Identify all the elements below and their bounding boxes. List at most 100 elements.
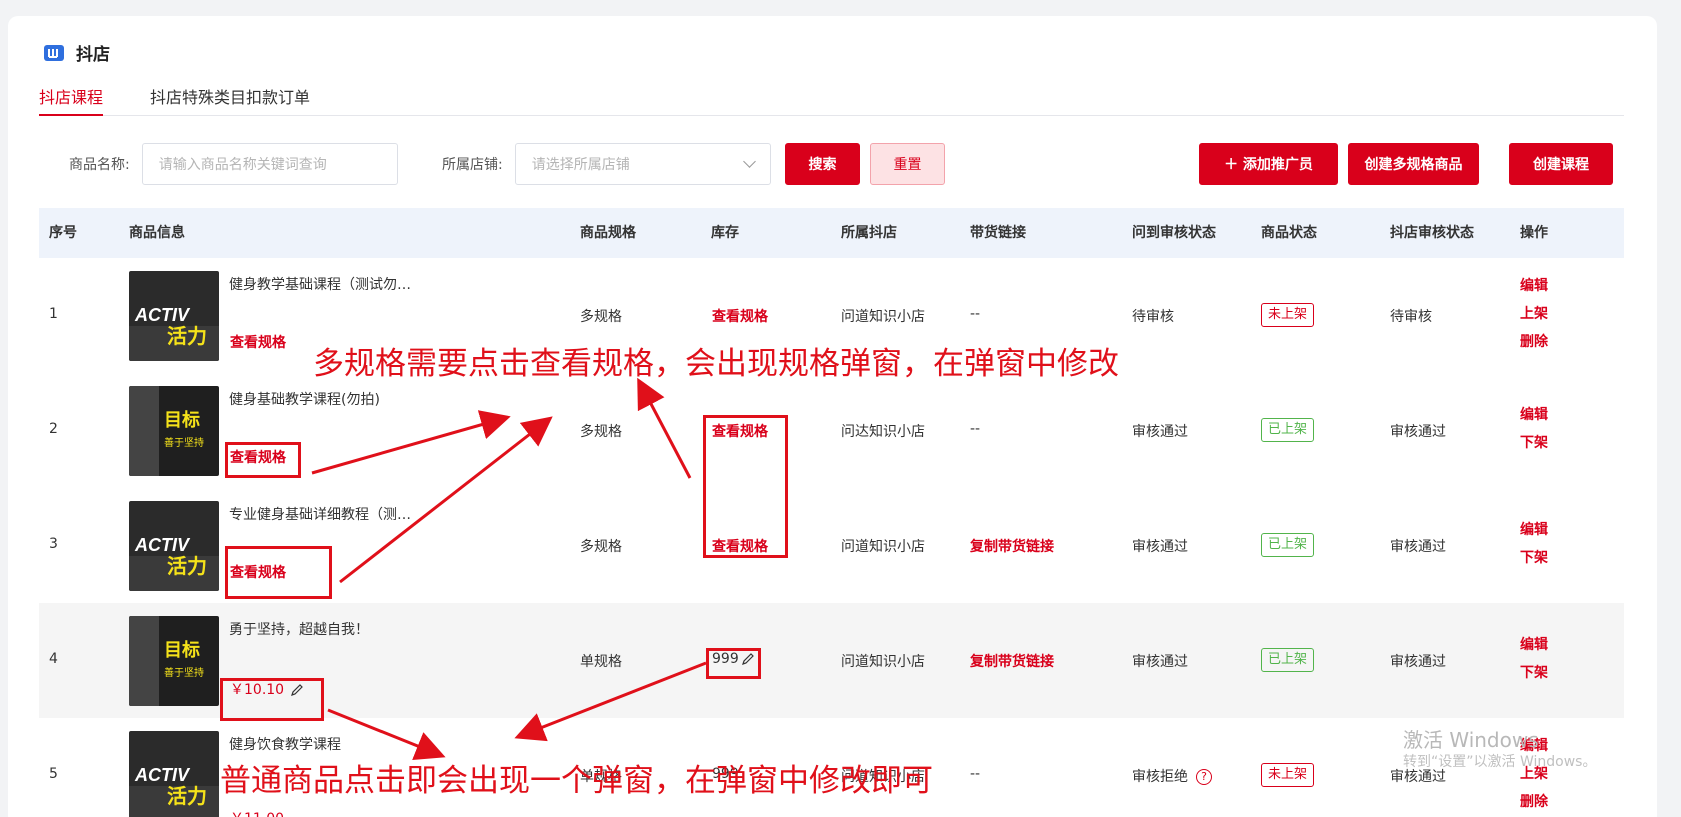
annotation-box-spec-row3	[225, 546, 332, 599]
svg-text:活力: 活力	[167, 554, 207, 578]
app-title: 抖店	[76, 45, 110, 65]
shop-name: 问道知识小店	[841, 309, 925, 325]
status-badge: 未上架	[1261, 763, 1315, 787]
shop-filter-label: 所属店铺:	[442, 157, 503, 173]
row-actions: 编辑 上架 删除	[1520, 272, 1548, 356]
create-multi-spec-button[interactable]: 创建多规格商品	[1348, 143, 1479, 185]
unlist-button[interactable]: 下架	[1520, 544, 1548, 572]
product-name-input[interactable]: 请输入商品名称关键词查询	[141, 143, 398, 185]
svg-text:目标: 目标	[164, 639, 200, 661]
row-index: 4	[49, 651, 58, 667]
reset-button[interactable]: 重置	[870, 143, 945, 185]
status-badge: 已上架	[1261, 418, 1315, 442]
copy-promo-link[interactable]: 复制带货链接	[970, 536, 1054, 556]
svg-text:ACTIV: ACTIV	[134, 765, 191, 785]
edit-button[interactable]: 编辑	[1520, 272, 1548, 300]
product-table: 序号 商品信息 商品规格 库存 所属抖店 带货链接 问到审核状态 商品状态 抖店…	[39, 208, 1624, 817]
add-promoter-button[interactable]: ＋ 添加推广员	[1199, 143, 1338, 185]
shop-select[interactable]: 请选择所属店铺	[514, 143, 771, 185]
app-header: 抖店	[42, 40, 110, 65]
windows-activation-hint: 转到“设置”以激活 Windows。	[1403, 754, 1597, 770]
help-question-icon[interactable]: ?	[1196, 769, 1212, 785]
row-actions: 编辑 下架	[1520, 516, 1548, 572]
row-actions: 编辑 下架	[1520, 631, 1548, 687]
name-filter: 商品名称: 请输入商品名称关键词查询	[69, 143, 398, 185]
annotation-single-spec-note: 普通商品点击即会出现一个弹窗，在弹窗中修改即可	[220, 763, 933, 799]
row-index: 5	[49, 766, 58, 782]
th-promo-link: 带货链接	[970, 225, 1026, 241]
view-spec-link[interactable]: 查看规格	[230, 332, 286, 352]
delete-button[interactable]: 删除	[1520, 328, 1548, 356]
svg-text:活力: 活力	[167, 784, 207, 808]
spec-type: 多规格	[580, 424, 622, 440]
wendao-review-status: 审核通过	[1132, 654, 1188, 670]
douyin-review-status: 待审核	[1390, 309, 1432, 325]
product-thumbnail: ACTIV 活力	[129, 731, 219, 817]
list-button[interactable]: 上架	[1520, 300, 1548, 328]
edit-button[interactable]: 编辑	[1520, 516, 1548, 544]
row-index: 2	[49, 421, 58, 437]
product-name-placeholder: 请输入商品名称关键词查询	[158, 157, 327, 173]
chevron-down-icon	[742, 155, 756, 168]
th-spec: 商品规格	[580, 225, 636, 241]
unlist-button[interactable]: 下架	[1520, 429, 1548, 457]
edit-button[interactable]: 编辑	[1520, 631, 1548, 659]
tab-bar: 抖店课程 抖店特殊类目扣款订单	[39, 82, 1624, 116]
svg-text:目标: 目标	[164, 409, 200, 431]
wendao-review-status: 审核拒绝?	[1132, 766, 1212, 786]
tab-douyin-courses[interactable]: 抖店课程	[39, 84, 104, 116]
product-thumbnail: 目标 善于坚持	[129, 616, 219, 706]
product-thumbnail: 目标 善于坚持	[129, 386, 219, 476]
product-name: 健身教学基础课程（测试勿…	[229, 277, 411, 293]
svg-text:ACTIV: ACTIV	[134, 305, 191, 325]
stock-view-spec-link[interactable]: 查看规格	[712, 306, 768, 326]
row-index: 1	[49, 306, 58, 322]
th-product-status: 商品状态	[1261, 225, 1317, 241]
price-editable[interactable]: ￥11.00	[230, 808, 284, 817]
annotation-box-stock-spec	[703, 415, 788, 558]
th-actions: 操作	[1520, 225, 1548, 241]
product-name: 健身饮食教学课程	[229, 737, 341, 753]
unlist-button[interactable]: 下架	[1520, 659, 1548, 687]
th-wendao-review: 问到审核状态	[1132, 225, 1216, 241]
wendao-review-status: 待审核	[1132, 309, 1174, 325]
windows-activation-watermark: 激活 Windows	[1403, 728, 1539, 752]
spec-type: 多规格	[580, 539, 622, 555]
douyin-review-status: 审核通过	[1390, 424, 1446, 440]
spec-type: 多规格	[580, 309, 622, 325]
th-stock: 库存	[711, 225, 739, 241]
tab-special-deduction-orders[interactable]: 抖店特殊类目扣款订单	[150, 84, 310, 116]
douyin-review-status: 审核通过	[1390, 539, 1446, 555]
status-badge: 已上架	[1261, 648, 1315, 672]
th-index: 序号	[49, 225, 77, 241]
delete-button[interactable]: 删除	[1520, 788, 1548, 816]
annotation-box-spec-row2	[225, 442, 301, 478]
th-douyin-review: 抖店审核状态	[1390, 225, 1474, 241]
shop-name: 问道知识小店	[841, 539, 925, 555]
svg-text:ACTIV: ACTIV	[134, 535, 191, 555]
shop-name: 问道知识小店	[841, 654, 925, 670]
review-text: 审核拒绝	[1132, 769, 1188, 785]
status-badge: 已上架	[1261, 533, 1315, 557]
shop-select-placeholder: 请选择所属店铺	[531, 157, 630, 173]
th-product-info: 商品信息	[129, 225, 185, 241]
edit-button[interactable]: 编辑	[1520, 401, 1548, 429]
product-name: 专业健身基础详细教程（测…	[229, 507, 411, 523]
copy-promo-link[interactable]: 复制带货链接	[970, 651, 1054, 671]
shop-filter: 所属店铺: 请选择所属店铺	[442, 143, 771, 185]
spec-type: 单规格	[580, 654, 622, 670]
annotation-box-price	[220, 678, 324, 721]
search-button[interactable]: 搜索	[785, 143, 860, 185]
create-course-button[interactable]: 创建课程	[1509, 143, 1613, 185]
annotation-multi-spec-note: 多规格需要点击查看规格，会出现规格弹窗，在弹窗中修改	[313, 346, 1119, 382]
th-shop: 所属抖店	[841, 225, 897, 241]
promo-link: --	[970, 766, 981, 782]
product-name: 勇于坚持，超越自我！	[229, 622, 369, 638]
svg-text:善于坚持: 善于坚持	[164, 436, 204, 449]
shop-name: 问达知识小店	[841, 424, 925, 440]
wendao-review-status: 审核通过	[1132, 424, 1188, 440]
product-thumbnail: ACTIV 活力	[129, 271, 219, 361]
svg-text:善于坚持: 善于坚持	[164, 666, 204, 679]
douyin-review-status: 审核通过	[1390, 654, 1446, 670]
product-name: 健身基础教学课程(勿拍)	[229, 392, 380, 408]
